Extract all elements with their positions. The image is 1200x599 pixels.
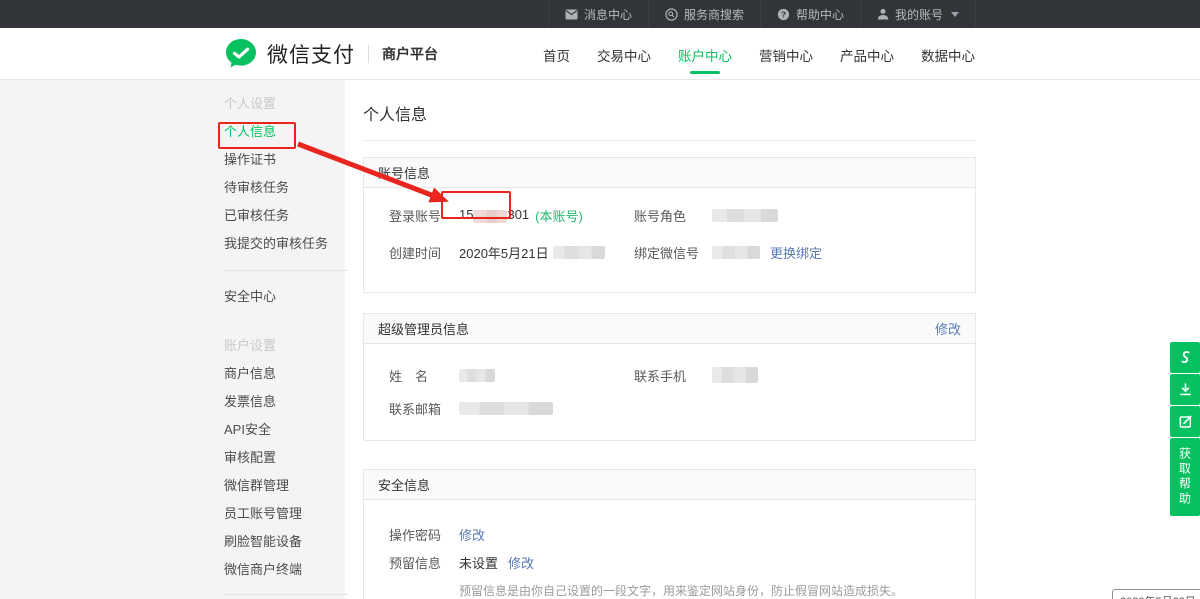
created-time-label: 创建时间 [389, 243, 459, 262]
topbar-item-label: 帮助中心 [796, 6, 844, 23]
redacted-account-role [712, 209, 778, 222]
sidebar-item-personal-info[interactable]: 个人信息 [224, 118, 348, 146]
redacted-wechat-id [712, 246, 760, 259]
hotline-icon [1178, 350, 1193, 365]
security-info-box-title: 安全信息 [378, 475, 430, 494]
account-info-box: 账号信息 登录账号 15301 (本账号) [363, 157, 976, 293]
sidebar-item-review-config[interactable]: 审核配置 [224, 444, 348, 472]
sidebar-section-account-settings: 账户设置 [224, 332, 348, 360]
redacted-contact-phone [712, 367, 758, 383]
change-binding-link[interactable]: 更换绑定 [770, 243, 822, 262]
sidebar-divider [224, 594, 348, 595]
redacted-created-time [553, 246, 605, 259]
download-icon [1178, 382, 1193, 397]
nav-home[interactable]: 首页 [542, 28, 571, 80]
search-icon [665, 8, 678, 21]
reserved-info-notes: 预留信息是由你自己设置的一段文字，用来鉴定网站身份，防止假冒网站造成损失。 配置… [389, 583, 950, 599]
download-button[interactable] [1170, 374, 1200, 405]
nav-data-center[interactable]: 数据中心 [920, 28, 976, 80]
security-info-box: 安全信息 操作密码 修改 预留信息 未设置 修改 预留信息 [363, 469, 976, 599]
edit-admin-link[interactable]: 修改 [935, 319, 961, 338]
topbar-item-message-center[interactable]: 消息中心 [548, 0, 648, 28]
nav-product-center[interactable]: 产品中心 [839, 28, 895, 80]
super-admin-box: 超级管理员信息 修改 姓 名 联系手机 [363, 313, 976, 441]
brand-divider [368, 45, 369, 63]
date-tooltip: 2020年5月22日 [1112, 589, 1200, 599]
reserved-info-label: 预留信息 [389, 553, 459, 572]
get-help-button[interactable]: 获取帮助 [1170, 438, 1200, 516]
sidebar-item-merchant-terminal[interactable]: 微信商户终端 [224, 556, 348, 584]
topbar-item-label: 消息中心 [584, 6, 632, 23]
sidebar-item-reviewed-tasks[interactable]: 已审核任务 [224, 202, 348, 230]
wechat-pay-logo-icon [224, 37, 258, 71]
brand[interactable]: 微信支付 商户平台 [224, 37, 438, 71]
topbar-item-label: 服务商搜索 [684, 6, 744, 23]
body: 个人设置 个人信息 操作证书 待审核任务 已审核任务 我提交的审核任务 安全中心… [0, 80, 1200, 599]
question-icon: ? [777, 8, 790, 21]
caret-down-icon [951, 12, 959, 17]
portal-name: 商户平台 [382, 44, 438, 64]
merchant-platform-page: 消息中心 服务商搜索 ? 帮助中心 我的账号 [0, 0, 1200, 599]
login-account-value: 15301 [459, 207, 529, 222]
topbar-item-provider-search[interactable]: 服务商搜索 [648, 0, 760, 28]
sidebar-section-personal-settings: 个人设置 [224, 90, 348, 118]
page-title: 个人信息 [363, 101, 976, 125]
user-icon [877, 8, 889, 20]
edit-reserved-info-link[interactable]: 修改 [508, 553, 534, 572]
account-role-label: 账号角色 [634, 206, 712, 225]
sidebar-item-security-center[interactable]: 安全中心 [224, 283, 348, 311]
redacted-login-digits [473, 210, 507, 223]
title-divider [363, 140, 976, 141]
sidebar-item-invoice-info[interactable]: 发票信息 [224, 388, 348, 416]
sidebar-item-staff-account-management[interactable]: 员工账号管理 [224, 500, 348, 528]
own-account-tag: (本账号) [535, 206, 583, 225]
floating-help-widget: 获取帮助 [1170, 342, 1200, 516]
contact-phone-label: 联系手机 [634, 366, 712, 385]
created-time-value: 2020年5月21日 [459, 243, 549, 262]
redacted-admin-name [459, 369, 495, 382]
reserved-info-value: 未设置 [459, 553, 498, 572]
bound-wechat-label: 绑定微信号 [634, 243, 712, 262]
mail-icon [565, 9, 578, 20]
header: 微信支付 商户平台 首页 交易中心 账户中心 营销中心 产品中心 数据中心 [0, 28, 1200, 80]
admin-name-label: 姓 名 [389, 366, 459, 385]
sidebar-item-wechat-group-management[interactable]: 微信群管理 [224, 472, 348, 500]
topbar-item-help-center[interactable]: ? 帮助中心 [760, 0, 860, 28]
note-line: 预留信息是由你自己设置的一段文字，用来鉴定网站身份，防止假冒网站造成损失。 [459, 583, 950, 599]
nav-transaction-center[interactable]: 交易中心 [596, 28, 652, 80]
topbar-item-my-account[interactable]: 我的账号 [860, 0, 976, 28]
main-content: 个人信息 账号信息 登录账号 15301 [348, 80, 976, 599]
sidebar-divider [224, 270, 348, 271]
nav-account-center[interactable]: 账户中心 [677, 28, 733, 80]
sidebar-item-merchant-info[interactable]: 商户信息 [224, 360, 348, 388]
feedback-icon [1178, 414, 1193, 429]
sidebar-item-face-device[interactable]: 刷脸智能设备 [224, 528, 348, 556]
operation-password-label: 操作密码 [389, 525, 459, 544]
sidebar-item-pending-review-tasks[interactable]: 待审核任务 [224, 174, 348, 202]
super-admin-box-title: 超级管理员信息 [378, 319, 469, 338]
topbar-item-label: 我的账号 [895, 6, 943, 23]
topbar: 消息中心 服务商搜索 ? 帮助中心 我的账号 [0, 0, 1200, 28]
brand-name: 微信支付 [267, 39, 355, 69]
nav-marketing-center[interactable]: 营销中心 [758, 28, 814, 80]
sidebar-item-my-submitted-tasks[interactable]: 我提交的审核任务 [224, 230, 348, 258]
hotline-button[interactable] [1170, 342, 1200, 373]
edit-password-link[interactable]: 修改 [459, 525, 485, 544]
contact-email-label: 联系邮箱 [389, 399, 459, 418]
login-account-label: 登录账号 [389, 206, 459, 225]
sidebar-item-operation-certificate[interactable]: 操作证书 [224, 146, 348, 174]
sidebar-item-api-security[interactable]: API安全 [224, 416, 348, 444]
redacted-contact-email [459, 402, 553, 415]
account-info-box-title: 账号信息 [378, 163, 430, 182]
feedback-button[interactable] [1170, 406, 1200, 437]
svg-text:?: ? [781, 9, 786, 19]
main-nav: 首页 交易中心 账户中心 营销中心 产品中心 数据中心 [542, 28, 976, 80]
sidebar: 个人设置 个人信息 操作证书 待审核任务 已审核任务 我提交的审核任务 安全中心… [224, 80, 348, 599]
